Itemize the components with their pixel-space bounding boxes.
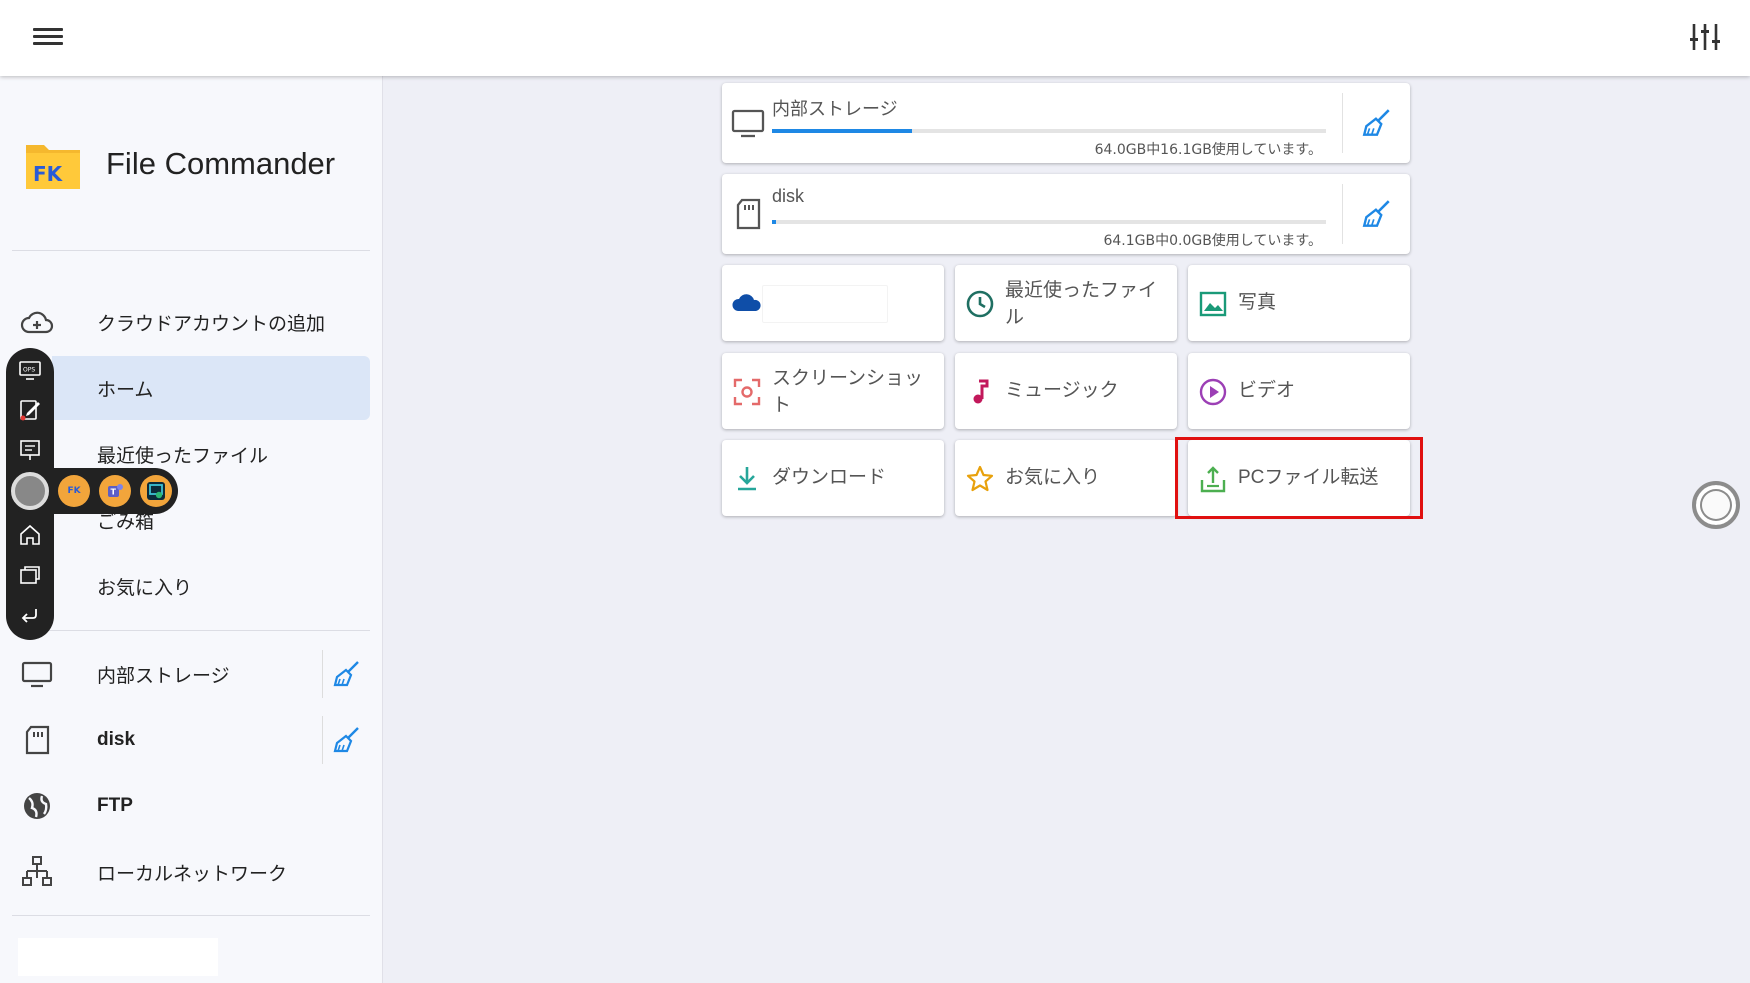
sidebar-item-label: ホーム (97, 378, 154, 401)
storage-card-disk[interactable]: disk 64.1GB中0.0GB使用しています。 (722, 174, 1410, 254)
tile-label: ビデオ (1238, 379, 1296, 401)
tile-label: PCファイル転送 (1238, 467, 1379, 488)
sidebar-item-add-cloud[interactable]: クラウドアカウントの追加 (0, 290, 370, 354)
teams-app-icon[interactable]: T (99, 475, 131, 507)
sidebar-item-internal-storage[interactable]: 内部ストレージ (0, 642, 370, 706)
download-icon (738, 467, 756, 491)
monitor-icon (21, 661, 53, 688)
tile-video[interactable]: ビデオ (1188, 353, 1410, 429)
tile-label: 写真 (1238, 291, 1277, 313)
tile-cloud-account[interactable] (722, 265, 944, 341)
sd-card-icon (736, 198, 761, 230)
tile-photos[interactable]: 写真 (1188, 265, 1410, 341)
tile-music[interactable]: ミュージック (955, 353, 1177, 429)
star-outline-icon (966, 465, 994, 492)
filter-sliders-icon[interactable] (1688, 20, 1722, 54)
tile-screenshots[interactable]: スクリーンショット (722, 353, 944, 429)
tile-label: スクリーンショット (772, 367, 924, 416)
sidebar-item-label: クラウドアカウントの追加 (97, 312, 326, 335)
svg-text:FK: FK (33, 162, 64, 186)
clock-icon (966, 290, 994, 318)
svg-text:T: T (111, 488, 117, 497)
annotate-icon[interactable] (18, 398, 42, 422)
assistive-touch-button[interactable] (11, 472, 49, 510)
sidebar-item-label: 最近使ったファイル (97, 444, 269, 467)
tile-label: ミュージック (1005, 379, 1119, 401)
file-commander-logo-icon: FK (26, 145, 80, 189)
storage-name: disk (772, 186, 805, 206)
sidebar-item-label: disk (97, 729, 136, 750)
sidebar-item-label: お気に入り (97, 576, 193, 599)
tile-label: 最近使ったファイル (1005, 279, 1158, 328)
sidebar-item-local-network[interactable]: ローカルネットワーク (0, 840, 370, 904)
recent-apps-icon[interactable] (18, 563, 42, 587)
cloud-add-icon (20, 311, 54, 334)
storage-card-internal[interactable]: 内部ストレージ 64.0GB中16.1GB使用しています。 (722, 83, 1410, 163)
ops-icon[interactable]: OPS (18, 358, 42, 382)
app-badge-label: FK (67, 486, 81, 496)
cloud-account-name-placeholder (762, 285, 888, 323)
music-note-icon (973, 379, 989, 404)
back-icon[interactable] (18, 603, 42, 627)
sidebar-divider (12, 250, 370, 251)
sidebar-divider (12, 915, 370, 916)
screenshot-icon (733, 378, 761, 406)
sd-card-icon (25, 725, 50, 755)
sidebar-item-disk[interactable]: disk (0, 708, 370, 772)
broom-icon (1362, 109, 1390, 136)
sidebar-item-label: FTP (97, 795, 133, 816)
ops-label: OPS (23, 367, 35, 374)
sidebar-item-ftp[interactable]: FTP (0, 774, 370, 838)
pc-transfer-icon (1200, 466, 1226, 493)
image-icon (1199, 291, 1227, 317)
floating-assistive-ring[interactable] (1692, 481, 1740, 529)
globe-icon (24, 793, 50, 819)
sidebar-divider (12, 630, 370, 631)
tile-pc-file-transfer[interactable]: PCファイル転送 (1188, 440, 1410, 516)
tile-downloads[interactable]: ダウンロード (722, 440, 944, 516)
clean-storage-button[interactable] (322, 650, 370, 698)
navigation-drawer: FK File Commander クラウドアカウントの追加 ホーム 最近使った… (0, 76, 383, 983)
storage-usage-text: 64.1GB中0.0GB使用しています。 (1103, 233, 1322, 249)
top-app-bar (0, 0, 1750, 76)
broom-icon (1362, 200, 1390, 227)
floating-app-dock: FK T (6, 468, 178, 514)
sidebar-item-favorites[interactable]: お気に入り (0, 554, 370, 618)
tile-recent-files[interactable]: 最近使ったファイル (955, 265, 1177, 341)
storage-usage-text: 64.0GB中16.1GB使用しています。 (1094, 142, 1322, 158)
sidebar-item-label: 内部ストレージ (97, 664, 230, 687)
app-brand: FK File Commander (24, 132, 335, 196)
app-title: File Commander (106, 146, 336, 181)
storage-usage-bar (772, 129, 1326, 133)
clean-storage-button[interactable] (1342, 184, 1410, 244)
sidebar-item-label: ローカルネットワーク (97, 862, 288, 885)
hamburger-menu-icon[interactable] (30, 24, 66, 52)
play-circle-icon (1199, 378, 1227, 406)
clean-storage-button[interactable] (322, 716, 370, 764)
storage-name: 内部ストレージ (772, 99, 898, 120)
monitor-icon (731, 109, 765, 138)
storage-usage-fill (772, 129, 912, 133)
file-commander-app-icon[interactable]: FK (58, 475, 90, 507)
storage-usage-bar (772, 220, 1326, 224)
tile-favorites[interactable]: お気に入り (955, 440, 1177, 516)
sidebar-footer-placeholder (18, 938, 218, 976)
broom-icon (333, 661, 359, 687)
clean-storage-button[interactable] (1342, 93, 1410, 153)
sidebar-item-home[interactable]: ホーム (52, 356, 370, 420)
onedrive-cloud-icon (732, 294, 761, 311)
screen-share-app-icon[interactable] (140, 475, 172, 507)
storage-usage-fill (772, 220, 777, 224)
network-icon (22, 856, 52, 886)
tile-label: お気に入り (1005, 466, 1101, 488)
tile-label: ダウンロード (772, 466, 887, 488)
whiteboard-icon[interactable] (18, 438, 42, 462)
broom-icon (333, 727, 359, 753)
home-icon[interactable] (18, 523, 42, 547)
